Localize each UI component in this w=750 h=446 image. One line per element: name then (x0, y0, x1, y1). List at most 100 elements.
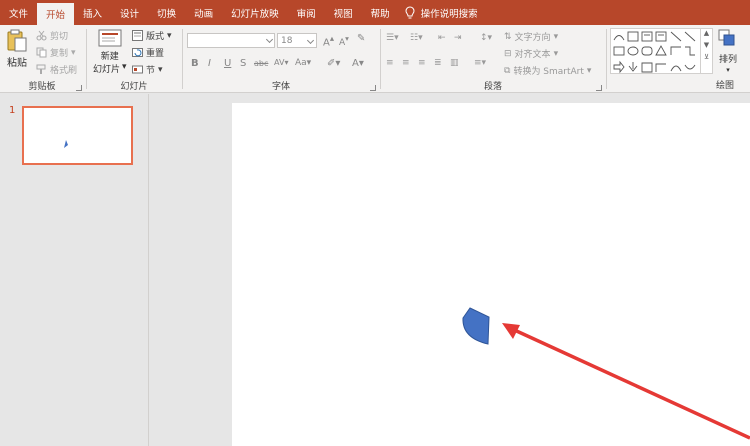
chevron-down-icon: ▾ (71, 47, 76, 58)
clipboard-launcher-icon[interactable] (76, 85, 82, 91)
line-spacing-icon[interactable]: ↕▾ (480, 33, 492, 43)
char-spacing-button[interactable]: AV▾ (274, 58, 288, 67)
menu-home[interactable]: 开始 (37, 3, 75, 25)
text-direction-label: 文字方向 (514, 33, 551, 43)
copy-label: 复制 (50, 49, 69, 59)
chevron-down-icon: ▾ (586, 65, 592, 76)
menu-review[interactable]: 审阅 (288, 0, 325, 25)
align-left-icon[interactable]: ≡ (386, 58, 394, 68)
shapes-gallery[interactable] (610, 28, 702, 74)
grow-font-label: A (323, 37, 330, 49)
layout-button[interactable]: 版式 ▾ (132, 29, 172, 42)
format-painter-button[interactable]: 格式刷 (36, 63, 77, 76)
numbering-icon[interactable]: ☷▾ (410, 33, 423, 43)
change-case-button[interactable]: Aa▾ (295, 58, 311, 68)
ribbon-divider (182, 29, 183, 89)
slide-thumbnail[interactable] (22, 106, 133, 165)
decrease-indent-icon[interactable]: ⇤ (438, 33, 446, 43)
menu-transitions[interactable]: 切换 (148, 0, 185, 25)
paste-label: 粘贴 (7, 58, 27, 69)
gallery-more-icon[interactable]: ⊻ (701, 53, 712, 61)
arrange-button[interactable]: 排列 ▾ (718, 29, 738, 74)
menu-help[interactable]: 帮助 (362, 0, 399, 25)
align-right-icon[interactable]: ≡ (418, 58, 426, 68)
chevron-down-icon (265, 35, 274, 44)
layout-icon (132, 30, 143, 41)
reset-label: 重置 (146, 49, 165, 59)
ribbon-divider (380, 29, 381, 89)
clipboard-group: 粘贴 剪切 复制 ▾ 格式刷 剪贴板 (0, 25, 84, 93)
clear-format-icon[interactable]: ✎ (357, 33, 365, 44)
strikethrough-button[interactable]: abc (254, 59, 268, 68)
font-color-button[interactable]: A▾ (352, 58, 364, 69)
menu-bar: 文件 开始 插入 设计 切换 动画 幻灯片放映 审阅 视图 帮助 操作说明搜索 (0, 0, 750, 25)
align-text-button[interactable]: ⊟ 对齐文本 ▾ (504, 47, 558, 61)
text-direction-button[interactable]: ⇅ 文字方向 ▾ (504, 30, 558, 44)
new-slide-label-2: 幻灯片 (93, 65, 121, 75)
bold-button[interactable]: B (191, 58, 199, 69)
grow-font-button[interactable]: A▴ (323, 33, 334, 48)
new-slide-icon (98, 29, 122, 47)
slide-number: 1 (9, 105, 16, 116)
distribute-icon[interactable]: ≡▾ (474, 58, 486, 68)
align-center-icon[interactable]: ≡ (402, 58, 410, 68)
reset-button[interactable]: 重置 (132, 46, 164, 59)
new-slide-button[interactable]: 新建 幻灯片 ▾ (93, 29, 127, 75)
copy-icon (36, 47, 47, 58)
shapes-scroll[interactable]: ▲ ▼ ⊻ (700, 28, 713, 74)
menu-slideshow[interactable]: 幻灯片放映 (222, 0, 288, 25)
menu-animations[interactable]: 动画 (185, 0, 222, 25)
format-painter-label: 格式刷 (50, 66, 78, 76)
underline-button[interactable]: U (224, 58, 231, 69)
chevron-down-icon: ▾ (158, 64, 163, 75)
menu-view[interactable]: 视图 (325, 0, 362, 25)
new-slide-label-row: 幻灯片 ▾ (93, 62, 127, 75)
font-group-label: 字体 (271, 82, 290, 92)
shrink-font-button[interactable]: A▾ (339, 34, 349, 48)
columns-icon[interactable]: ▥ (450, 58, 459, 68)
italic-button[interactable]: I (208, 58, 211, 69)
paragraph-launcher-icon[interactable] (596, 85, 602, 91)
chevron-down-icon: ▾ (122, 62, 127, 72)
cut-button[interactable]: 剪切 (36, 29, 68, 42)
paragraph-group: ☰▾ ☷▾ ⇤ ⇥ ↕▾ ⇅ 文字方向 ▾ ⊟ 对齐文本 ▾ ⧉ 转换为 Sma… (382, 25, 604, 93)
section-button[interactable]: 节 ▾ (132, 63, 163, 76)
copy-button[interactable]: 复制 ▾ (36, 46, 76, 59)
justify-icon[interactable]: ≣ (434, 58, 442, 68)
menu-file[interactable]: 文件 (0, 0, 37, 25)
increase-indent-icon[interactable]: ⇥ (454, 33, 462, 43)
thumb-pie-shape (64, 140, 68, 148)
ribbon: 粘贴 剪切 复制 ▾ 格式刷 剪贴板 新建 幻灯片 ▾ 版式 ▾ 重置 节 ▾ … (0, 25, 750, 93)
font-size-combo[interactable]: 18 (277, 33, 317, 48)
section-icon (132, 65, 143, 74)
font-size-value: 18 (281, 35, 293, 46)
section-label: 节 (146, 66, 156, 76)
menu-design[interactable]: 设计 (111, 0, 148, 25)
change-case-label: Aa (295, 58, 307, 68)
scissors-icon (36, 30, 47, 41)
text-direction-icon: ⇅ (504, 31, 512, 42)
tell-me-search[interactable]: 操作说明搜索 (405, 0, 478, 25)
convert-smartart-label: 转换为 SmartArt (513, 67, 584, 77)
chevron-up-icon[interactable]: ▲ (701, 29, 712, 37)
highlight-icon[interactable]: ✐▾ (327, 58, 340, 69)
chevron-down-icon[interactable]: ▼ (701, 41, 712, 49)
tell-me-label: 操作说明搜索 (420, 8, 478, 20)
ribbon-divider (86, 29, 87, 89)
paste-button[interactable]: 粘贴 (6, 29, 28, 69)
chevron-down-icon (306, 36, 315, 45)
slides-group-label: 幻灯片 (120, 82, 148, 92)
font-color-label: A (352, 58, 359, 69)
font-launcher-icon[interactable] (370, 85, 376, 91)
font-group: 18 A▴ A▾ ✎ B I U S abc AV▾ Aa▾ ✐▾ A▾ 字体 (184, 25, 378, 93)
bullets-icon[interactable]: ☰▾ (386, 33, 399, 43)
menu-insert[interactable]: 插入 (74, 0, 111, 25)
slide-canvas[interactable] (232, 103, 750, 446)
format-painter-icon (36, 64, 46, 74)
shadow-button[interactable]: S (240, 58, 246, 69)
cut-label: 剪切 (50, 32, 69, 42)
font-name-dropdown[interactable] (187, 33, 275, 48)
convert-smartart-button[interactable]: ⧉ 转换为 SmartArt ▾ (504, 64, 592, 78)
smartart-icon: ⧉ (504, 65, 511, 76)
chevron-down-icon: ▾ (726, 66, 730, 74)
